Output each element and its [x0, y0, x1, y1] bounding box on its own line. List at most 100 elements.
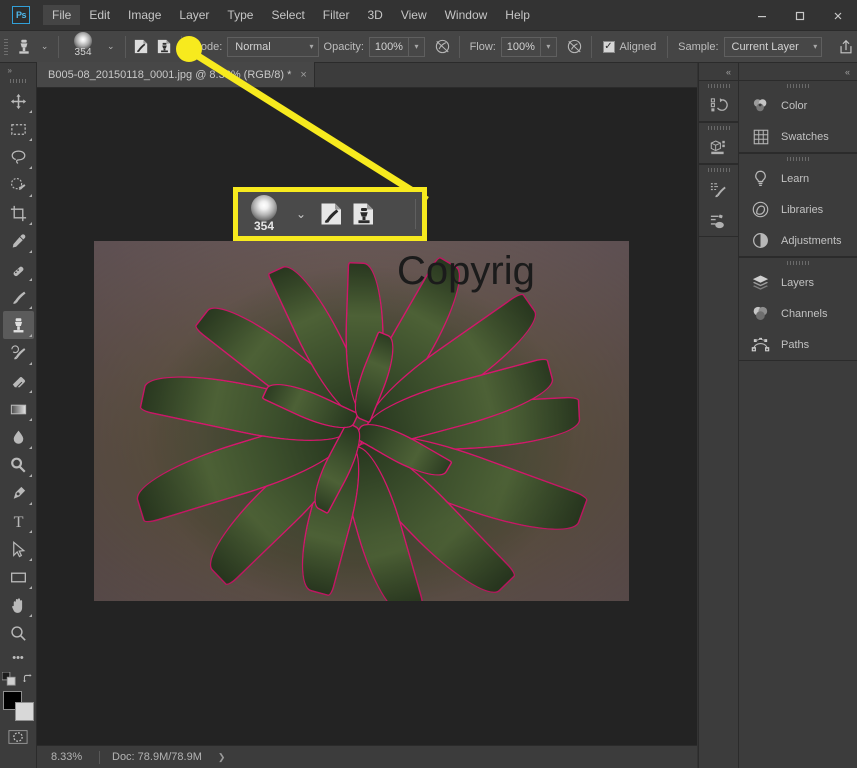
quick-mask-icon[interactable] — [7, 728, 29, 746]
airbrush-icon[interactable] — [563, 35, 586, 59]
maximize-button[interactable] — [781, 0, 819, 31]
document-tab[interactable]: B005-08_20150118_0001.jpg @ 8.33% (RGB/8… — [37, 62, 315, 87]
history-icon — [708, 95, 729, 116]
swatches-grid-icon — [750, 126, 771, 147]
aligned-checkbox[interactable]: ✓ Aligned — [597, 40, 663, 53]
sample-select[interactable]: Current Layer ▾ — [723, 36, 823, 57]
close-button[interactable] — [819, 0, 857, 31]
window-controls — [743, 0, 857, 31]
dodge-tool[interactable] — [3, 451, 34, 479]
panel-group-grip[interactable] — [699, 123, 738, 132]
document-tab-bar: B005-08_20150118_0001.jpg @ 8.33% (RGB/8… — [37, 62, 697, 88]
opacity-input[interactable]: 100% — [368, 36, 409, 57]
eraser-tool[interactable] — [3, 367, 34, 395]
minimize-button[interactable] — [743, 0, 781, 31]
rail-icons-collapse-button[interactable]: « — [699, 63, 738, 80]
panel-item-libraries[interactable]: Libraries — [739, 194, 857, 225]
panel-item-learn[interactable]: Learn — [739, 163, 857, 194]
menu-window[interactable]: Window — [436, 5, 497, 25]
crop-tool[interactable] — [3, 199, 34, 227]
panel-group-grip[interactable] — [699, 165, 738, 174]
menu-select[interactable]: Select — [262, 5, 313, 25]
callout-clone-source-panel-icon — [348, 198, 380, 230]
brush-picker-chevron-down-icon[interactable]: ⌄ — [102, 41, 120, 52]
history-panel-icon[interactable] — [699, 90, 738, 121]
history-brush-tool[interactable] — [3, 339, 34, 367]
menu-help[interactable]: Help — [496, 5, 539, 25]
tool-preset-chevron-down-icon[interactable]: ⌄ — [36, 41, 54, 52]
brush-tool[interactable] — [3, 283, 34, 311]
lasso-tool[interactable] — [3, 143, 34, 171]
aligned-label: Aligned — [619, 40, 657, 53]
move-tool[interactable] — [3, 87, 34, 115]
hand-tool[interactable] — [3, 591, 34, 619]
panel-group-grip[interactable] — [739, 81, 857, 90]
panels-rail: « Color Swatches Learn Libraries Adjustm… — [739, 63, 857, 768]
menu-file[interactable]: File — [43, 5, 81, 25]
background-color-swatch[interactable] — [14, 702, 34, 721]
clone-source-panel-icon[interactable] — [153, 35, 176, 59]
panel-item-layers[interactable]: Layers — [739, 267, 857, 298]
flow-label: Flow: — [469, 40, 496, 53]
blur-tool[interactable] — [3, 423, 34, 451]
close-icon[interactable]: × — [300, 69, 306, 81]
panel-rail-icons: « — [698, 63, 739, 768]
default-colors-icon[interactable] — [1, 671, 16, 689]
panels-collapse-button[interactable]: « — [739, 63, 857, 80]
color-swatches[interactable] — [2, 691, 35, 721]
menu-image[interactable]: Image — [119, 5, 170, 25]
toolbar-grip[interactable] — [10, 79, 26, 83]
panel-group-grip[interactable] — [739, 258, 857, 267]
annotation-callout-box: 354 ⌄ — [233, 187, 427, 241]
status-bar: 8.33% Doc: 78.9M/78.9M ❯ — [37, 745, 697, 768]
menu-layer[interactable]: Layer — [170, 5, 218, 25]
zoom-level[interactable]: 8.33% — [37, 751, 99, 763]
menu-3d[interactable]: 3D — [358, 5, 391, 25]
blend-mode-select[interactable]: Normal ▾ — [227, 36, 319, 57]
brush-settings-icon[interactable] — [699, 174, 738, 205]
options-bar-grip[interactable] — [0, 31, 11, 63]
flow-input[interactable]: 100% — [500, 36, 541, 57]
divider — [458, 35, 460, 58]
panel-group-grip[interactable] — [699, 81, 738, 90]
pen-tool[interactable] — [3, 479, 34, 507]
menu-type[interactable]: Type — [218, 5, 262, 25]
panel-group-color: Color Swatches — [739, 80, 857, 153]
share-upload-icon[interactable] — [834, 35, 857, 59]
clone-stamp-tool[interactable] — [2, 311, 34, 339]
panel-item-adjustments[interactable]: Adjustments — [739, 225, 857, 256]
status-expand-arrow-icon[interactable]: ❯ — [214, 752, 226, 763]
horizontal-type-tool[interactable]: T — [3, 507, 34, 535]
panel-item-color[interactable]: Color — [739, 90, 857, 121]
brush-settings-panel-icon[interactable] — [131, 35, 154, 59]
zoom-tool[interactable] — [3, 619, 34, 647]
toolbar-expand-arrow[interactable]: » — [0, 63, 37, 78]
path-selection-tool[interactable] — [3, 535, 34, 563]
opacity-stepper[interactable]: ▾ — [408, 36, 425, 57]
rectangle-tool[interactable] — [3, 563, 34, 591]
flow-stepper[interactable]: ▾ — [540, 36, 557, 57]
panel-item-channels[interactable]: Channels — [739, 298, 857, 329]
active-tool-preview-clone-stamp-icon[interactable] — [11, 35, 36, 59]
panel-item-swatches[interactable]: Swatches — [739, 121, 857, 152]
brushes-icon[interactable] — [699, 205, 738, 236]
quick-selection-tool[interactable] — [3, 171, 34, 199]
3d-panel-icon[interactable] — [699, 132, 738, 163]
gradient-tool[interactable] — [3, 395, 34, 423]
document-image[interactable]: Copyriɡ — [94, 241, 629, 601]
swap-colors-icon[interactable] — [22, 673, 35, 689]
panel-group-grip[interactable] — [739, 154, 857, 163]
opacity-pressure-icon[interactable] — [431, 35, 454, 59]
menu-edit[interactable]: Edit — [80, 5, 119, 25]
title-bar: Ps File Edit Image Layer Type Select Fil… — [0, 0, 857, 31]
eyedropper-tool[interactable] — [3, 227, 34, 255]
rectangular-marquee-tool[interactable] — [3, 115, 34, 143]
spot-healing-brush-tool[interactable] — [3, 255, 34, 283]
more-tools-button[interactable]: ••• — [3, 647, 34, 669]
callout-chevron-down-icon: ⌄ — [296, 207, 307, 221]
panel-item-paths[interactable]: Paths — [739, 329, 857, 360]
brush-preview[interactable]: 354 — [64, 31, 102, 61]
menu-view[interactable]: View — [392, 5, 436, 25]
menu-filter[interactable]: Filter — [314, 5, 359, 25]
callout-divider — [415, 199, 416, 229]
